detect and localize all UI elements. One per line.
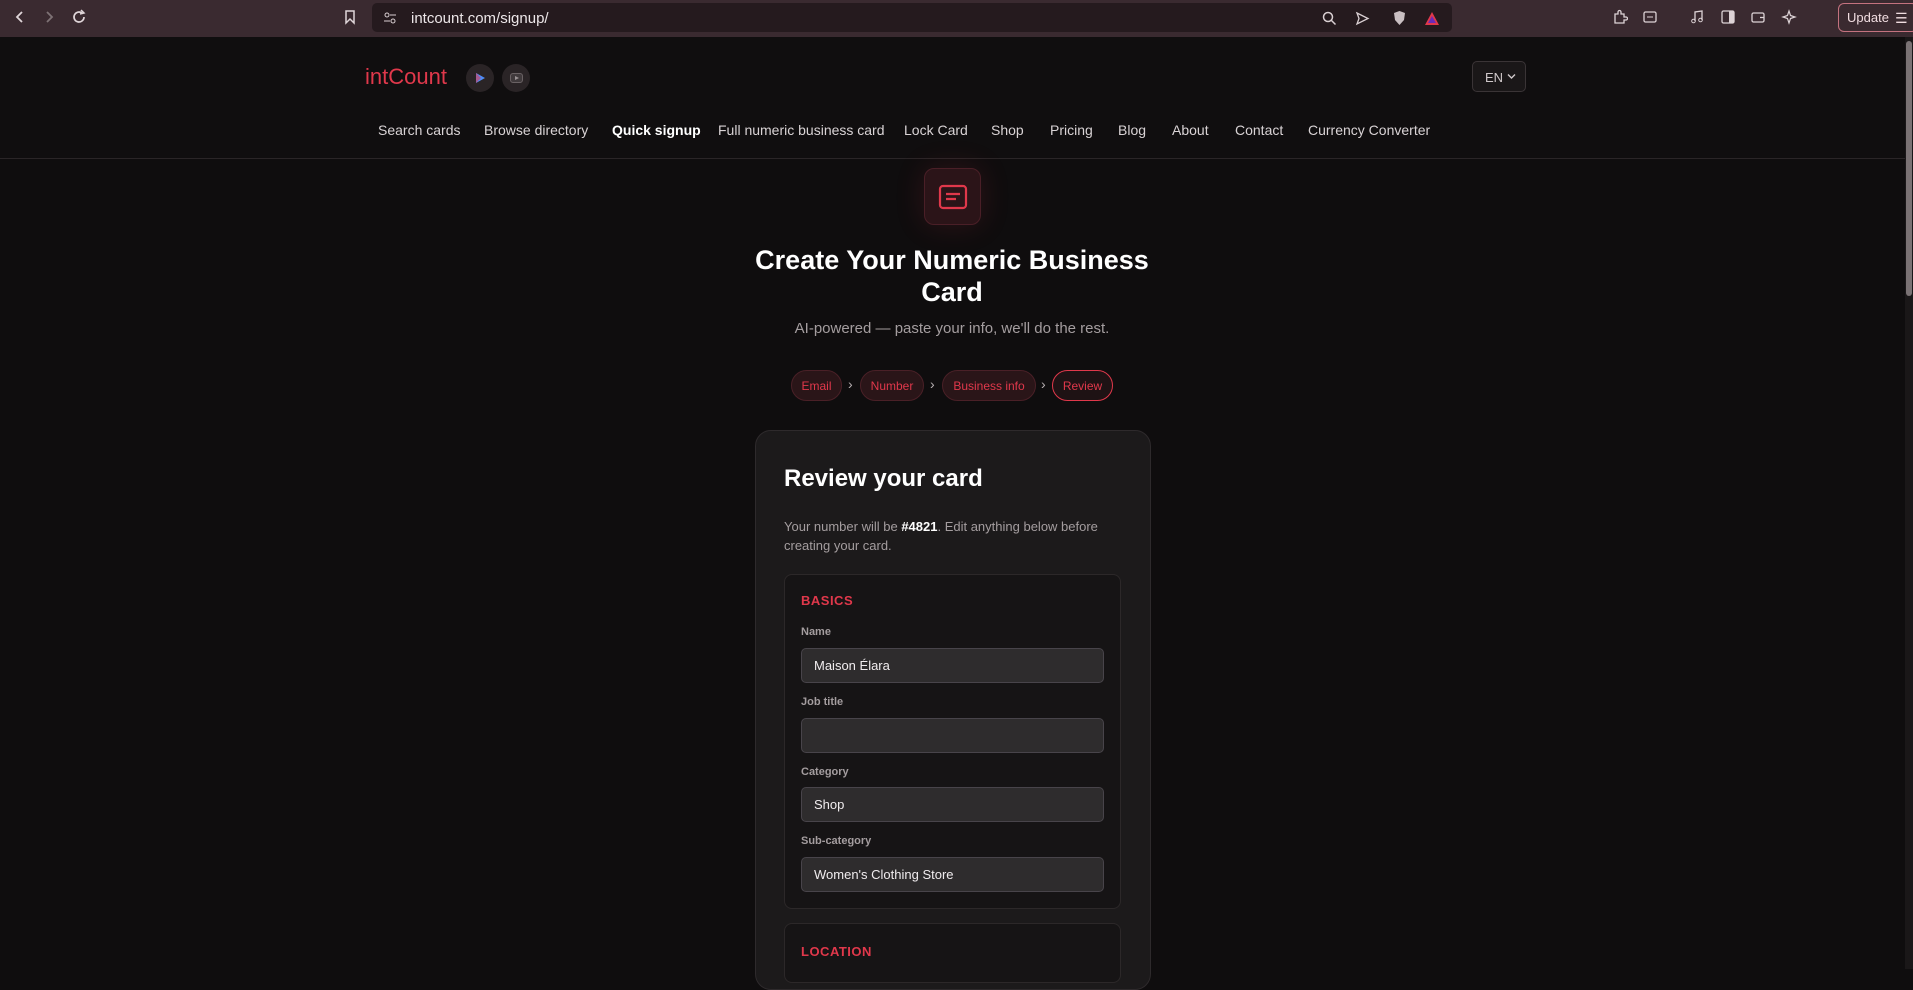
chevron-right-icon: › xyxy=(1041,376,1046,392)
nav-search-cards[interactable]: Search cards xyxy=(378,122,460,138)
update-button[interactable]: Update ☰ xyxy=(1838,3,1913,32)
language-label: EN xyxy=(1485,70,1504,85)
site-settings-icon[interactable] xyxy=(381,9,399,27)
chevron-right-icon: › xyxy=(848,376,853,392)
browser-toolbar: intcount.com/signup/ Update ☰ xyxy=(0,0,1913,37)
name-field[interactable] xyxy=(801,648,1104,683)
scrollbar-thumb[interactable] xyxy=(1906,41,1912,296)
name-label: Name xyxy=(801,626,831,638)
card-description: Your number will be #4821. Edit anything… xyxy=(784,517,1124,555)
youtube-icon[interactable] xyxy=(502,64,530,92)
nav-blog[interactable]: Blog xyxy=(1118,122,1146,138)
chevron-right-icon: › xyxy=(930,376,935,392)
nav-currency-converter[interactable]: Currency Converter xyxy=(1308,122,1430,138)
extensions-icon[interactable] xyxy=(1610,7,1630,27)
nav-full-numeric-business-card[interactable]: Full numeric business card xyxy=(718,122,885,138)
job-title-label: Job title xyxy=(801,696,844,708)
send-icon[interactable] xyxy=(1353,9,1371,27)
category-label: Category xyxy=(801,766,849,778)
nav-shop[interactable]: Shop xyxy=(991,122,1024,138)
job-title-field[interactable] xyxy=(801,718,1104,753)
nav-contact[interactable]: Contact xyxy=(1235,122,1283,138)
site-header: intCount EN Search cards Browse director… xyxy=(0,37,1905,159)
desc-prefix: Your number will be xyxy=(784,519,902,534)
rewards-icon[interactable] xyxy=(1423,9,1441,27)
nav-browse-directory[interactable]: Browse directory xyxy=(484,122,588,138)
page-title: Create Your Numeric Business Card xyxy=(755,245,1149,307)
brave-shield-icon[interactable] xyxy=(1390,9,1408,27)
card-title: Review your card xyxy=(784,465,983,492)
assigned-number: #4821 xyxy=(901,519,938,534)
screenshot-icon[interactable] xyxy=(1640,7,1660,27)
category-field[interactable] xyxy=(801,787,1104,822)
business-card-icon xyxy=(924,168,981,225)
music-icon[interactable] xyxy=(1687,7,1707,27)
basics-title: BASICS xyxy=(801,593,854,608)
url-text[interactable]: intcount.com/signup/ xyxy=(411,10,549,27)
forward-icon[interactable] xyxy=(38,6,60,28)
sub-category-field[interactable] xyxy=(801,857,1104,892)
update-button-label: Update xyxy=(1847,10,1889,25)
page-subtitle: AI-powered — paste your info, we'll do t… xyxy=(794,320,1110,337)
nav-quick-signup[interactable]: Quick signup xyxy=(612,122,701,138)
language-selector[interactable]: EN xyxy=(1472,61,1526,92)
reload-icon[interactable] xyxy=(68,6,90,28)
bookmark-icon[interactable] xyxy=(339,6,361,28)
chevron-down-icon xyxy=(1507,74,1516,79)
back-icon[interactable] xyxy=(9,6,31,28)
page-scrollbar[interactable] xyxy=(1905,37,1913,969)
step-email[interactable]: Email xyxy=(791,370,842,401)
sidebar-icon[interactable] xyxy=(1718,7,1738,27)
play-store-icon[interactable] xyxy=(466,64,494,92)
step-business-info[interactable]: Business info xyxy=(942,370,1036,401)
zoom-icon[interactable] xyxy=(1320,9,1338,27)
step-review[interactable]: Review xyxy=(1052,370,1113,401)
nav-about[interactable]: About xyxy=(1172,122,1209,138)
nav-pricing[interactable]: Pricing xyxy=(1050,122,1093,138)
menu-icon[interactable]: ☰ xyxy=(1895,10,1908,27)
address-bar[interactable]: intcount.com/signup/ xyxy=(372,3,1452,32)
leo-ai-icon[interactable] xyxy=(1779,7,1799,27)
location-title: LOCATION xyxy=(801,944,872,959)
nav-lock-card[interactable]: Lock Card xyxy=(904,122,968,138)
site-logo[interactable]: intCount xyxy=(365,64,447,90)
wallet-icon[interactable] xyxy=(1748,7,1768,27)
sub-category-label: Sub-category xyxy=(801,835,872,847)
step-number[interactable]: Number xyxy=(860,370,924,401)
